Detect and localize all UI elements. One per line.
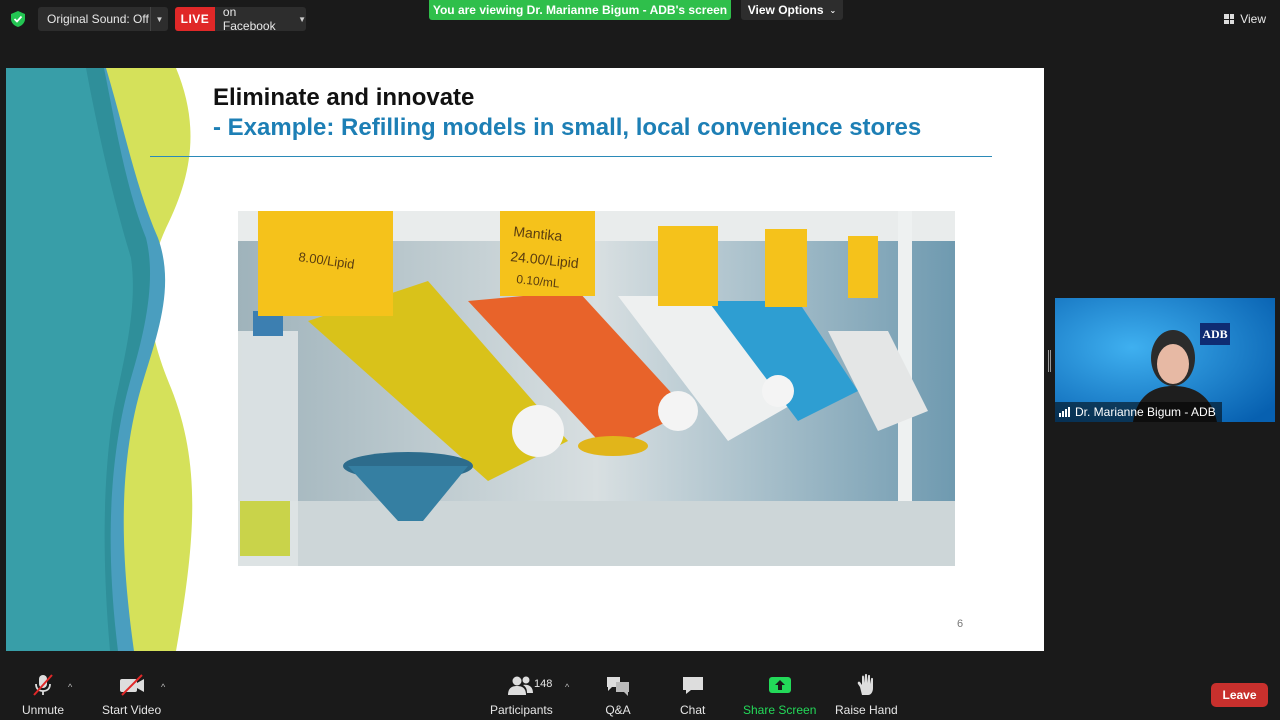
- unmute-button[interactable]: Unmute: [22, 672, 64, 717]
- participant-video-tile[interactable]: ADB Dr. Marianne Bigum - ADB: [1055, 298, 1275, 422]
- adb-logo-text: ADB: [1202, 327, 1227, 341]
- chat-button[interactable]: Chat: [680, 672, 705, 717]
- chevron-up-icon[interactable]: ^: [565, 682, 569, 692]
- unmute-label: Unmute: [22, 703, 65, 717]
- original-sound-label: Original Sound: Off: [47, 12, 149, 26]
- view-button[interactable]: View: [1224, 10, 1266, 28]
- zoom-meeting-window: Original Sound: Off ▼ LIVE on Facebook ▼…: [0, 0, 1280, 720]
- chat-label: Chat: [680, 703, 706, 717]
- live-destination: on Facebook: [222, 5, 276, 33]
- meeting-toolbar: Unmute ^ Start Video ^ Participants 148 …: [0, 662, 1280, 720]
- share-screen-button[interactable]: Share Screen: [743, 672, 816, 717]
- share-screen-label: Share Screen: [743, 703, 817, 717]
- video-off-icon: [118, 672, 146, 698]
- chevron-up-icon[interactable]: ^: [68, 682, 72, 692]
- participants-label: Participants: [490, 703, 553, 717]
- raise-hand-button[interactable]: Raise Hand: [835, 672, 898, 717]
- qa-button[interactable]: Q&A: [605, 672, 631, 717]
- chevron-down-icon[interactable]: ▼: [150, 7, 168, 31]
- qa-label: Q&A: [605, 703, 631, 717]
- slide-title: Eliminate and innovate: [213, 84, 475, 111]
- chevron-down-icon[interactable]: ▼: [298, 15, 306, 24]
- view-label: View: [1240, 12, 1266, 26]
- participant-name: Dr. Marianne Bigum - ADB: [1075, 405, 1216, 419]
- participants-count: 148: [534, 678, 553, 690]
- slide-page-number: 6: [957, 618, 964, 630]
- raise-hand-label: Raise Hand: [835, 703, 898, 717]
- chevron-up-icon[interactable]: ^: [161, 682, 165, 692]
- participant-name-label: Dr. Marianne Bigum - ADB: [1055, 402, 1222, 422]
- viewing-screen-banner: You are viewing Dr. Marianne Bigum - ADB…: [429, 0, 731, 20]
- refill-station-photo: 8.00/Lipid Mantika 24.00/Lipid 0.10/mL: [238, 211, 955, 566]
- live-stream-status[interactable]: LIVE on Facebook ▼: [175, 5, 306, 33]
- live-badge: LIVE: [175, 7, 215, 31]
- original-sound-toggle[interactable]: Original Sound: Off ▼: [38, 7, 168, 31]
- raise-hand-icon: [855, 672, 877, 698]
- shared-screen-slide: Eliminate and innovate - Example: Refill…: [6, 68, 1044, 651]
- view-options-label: View Options: [747, 3, 824, 17]
- start-video-button[interactable]: Start Video: [102, 672, 161, 717]
- share-screen-icon: [768, 672, 792, 698]
- qa-icon: [605, 672, 631, 698]
- participants-icon: [506, 672, 536, 698]
- view-options-button[interactable]: View Options ⌄: [741, 0, 843, 20]
- chevron-down-icon: ⌄: [829, 5, 837, 15]
- signal-strength-icon: [1059, 407, 1070, 417]
- start-video-label: Start Video: [102, 703, 162, 717]
- muted-microphone-icon: [31, 672, 55, 698]
- grid-icon: [1224, 14, 1235, 24]
- panel-resize-handle[interactable]: [1048, 350, 1051, 372]
- shield-icon[interactable]: [11, 11, 25, 27]
- slide-divider: [150, 156, 992, 157]
- slide-subtitle: - Example: Refilling models in small, lo…: [213, 114, 922, 141]
- leave-button[interactable]: Leave: [1211, 683, 1268, 707]
- chat-icon: [681, 672, 705, 698]
